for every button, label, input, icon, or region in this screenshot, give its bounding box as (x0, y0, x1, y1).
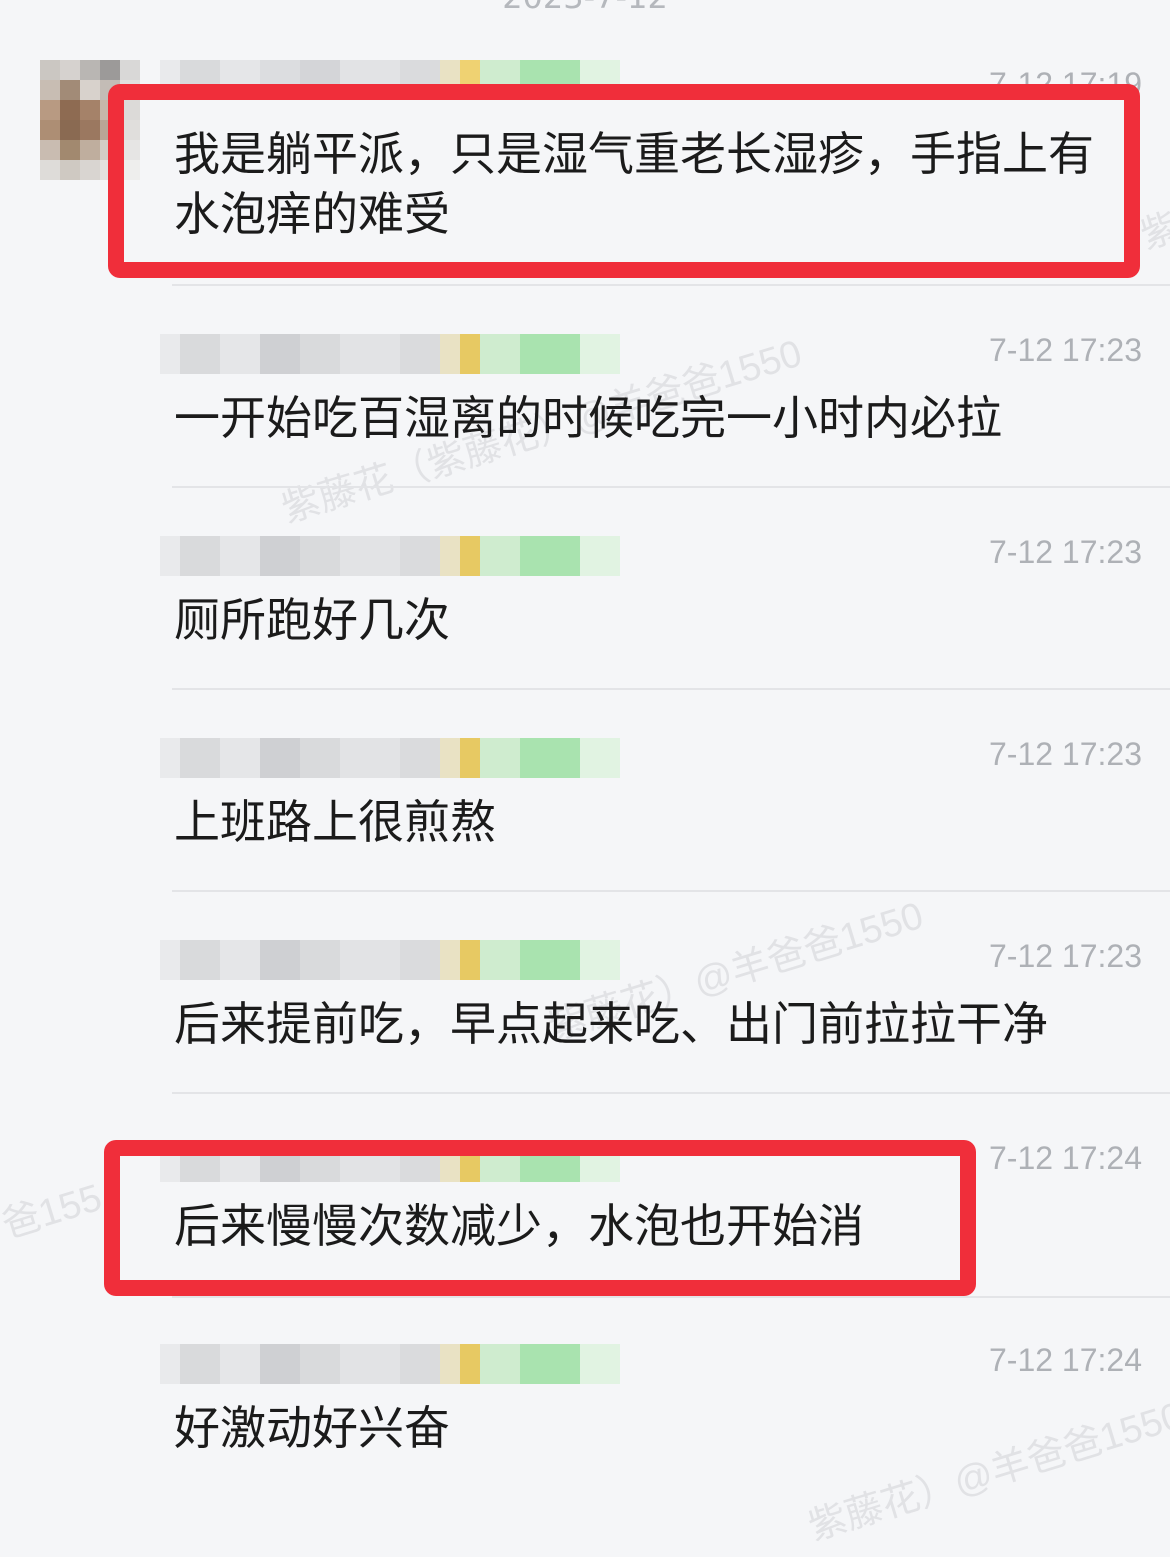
message-text[interactable]: 上班路上很煎熬 (174, 792, 1124, 852)
divider (172, 1296, 1170, 1298)
avatar[interactable] (40, 60, 140, 180)
message-text[interactable]: 一开始吃百湿离的时候吃完一小时内必拉 (174, 388, 1124, 448)
message-text[interactable]: 厕所跑好几次 (174, 590, 1124, 650)
message-timestamp: 7-12 17:24 (988, 1342, 1142, 1378)
sender-name-blurred (160, 334, 620, 374)
divider (172, 890, 1170, 892)
sender-name-blurred (160, 940, 620, 980)
message-text[interactable]: 后来提前吃，早点起来吃、出门前拉拉干净 (174, 994, 1124, 1054)
divider (172, 1092, 1170, 1094)
message-timestamp: 7-12 17:23 (988, 332, 1142, 368)
sender-name-blurred (160, 1344, 620, 1384)
sender-name-blurred (160, 738, 620, 778)
sender-name-blurred (160, 536, 620, 576)
message-timestamp: 7-12 17:23 (988, 938, 1142, 974)
divider (172, 688, 1170, 690)
message-timestamp: 7-12 17:23 (988, 534, 1142, 570)
date-header: 2023-7-12 (0, 0, 1170, 16)
message-text[interactable]: 好激动好兴奋 (174, 1398, 1124, 1458)
chat-screen: 2023-7-12 紫藤花（紫藤花）@羊爸爸1550 紫藤花）@羊爸爸1550 … (0, 0, 1170, 1557)
divider (172, 486, 1170, 488)
divider (172, 284, 1170, 286)
sender-name-blurred (160, 60, 620, 100)
watermark: 爸155 (0, 1176, 107, 1247)
message-timestamp: 7-12 17:19 (988, 66, 1142, 102)
message-text[interactable]: 后来慢慢次数减少，水泡也开始消 (174, 1196, 1124, 1256)
message-timestamp: 7-12 17:23 (988, 736, 1142, 772)
sender-name-blurred (160, 1142, 620, 1182)
watermark: 紫 (1136, 206, 1170, 258)
message-text[interactable]: 我是躺平派，只是湿气重老长湿疹，手指上有水泡痒的难受 (174, 124, 1124, 244)
message-timestamp: 7-12 17:24 (988, 1140, 1142, 1176)
